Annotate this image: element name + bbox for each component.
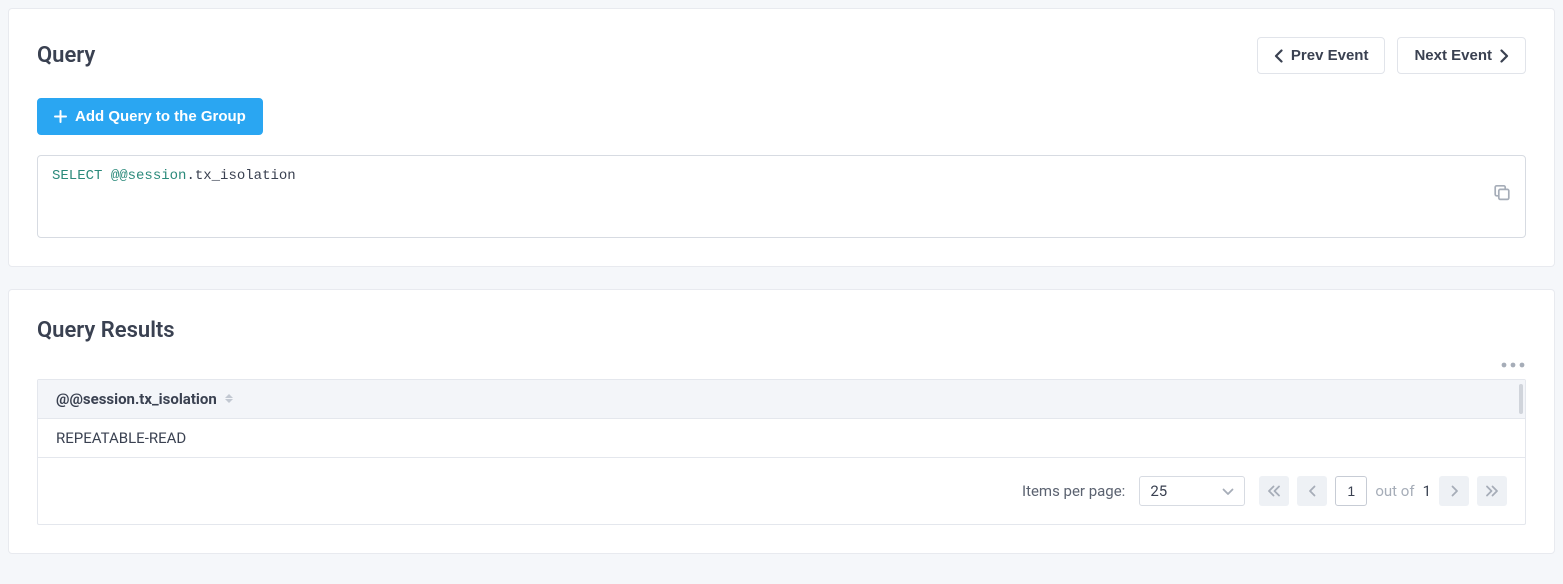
sql-rest: .tx_isolation: [186, 168, 295, 184]
prev-event-button[interactable]: Prev Event: [1257, 37, 1386, 74]
results-actions-row: [37, 357, 1526, 373]
chevron-left-icon: [1274, 49, 1283, 63]
sort-icon[interactable]: [225, 394, 233, 403]
first-page-button[interactable]: [1259, 476, 1289, 506]
prev-page-button[interactable]: [1297, 476, 1327, 506]
page-input[interactable]: [1335, 476, 1367, 506]
items-per-page-label: Items per page:: [1022, 482, 1125, 500]
column-header-label: @@session.tx_isolation: [56, 390, 217, 408]
next-event-label: Next Event: [1414, 47, 1492, 64]
add-query-row: Add Query to the Group: [37, 98, 1526, 135]
next-page-button[interactable]: [1439, 476, 1469, 506]
results-title: Query Results: [37, 318, 1526, 343]
query-panel: Query Prev Event Next Event Add Query to…: [8, 8, 1555, 267]
event-nav: Prev Event Next Event: [1257, 37, 1526, 74]
chevron-right-icon: [1500, 49, 1509, 63]
more-icon[interactable]: [1500, 357, 1526, 373]
next-event-button[interactable]: Next Event: [1397, 37, 1526, 74]
table-row: REPEATABLE-READ: [38, 419, 1525, 458]
cell-value: REPEATABLE-READ: [56, 429, 186, 447]
plus-icon: [54, 110, 67, 123]
results-column-header[interactable]: @@session.tx_isolation: [38, 380, 1525, 419]
sql-var: @@session: [111, 168, 187, 184]
sql-code-box: SELECT @@session.tx_isolation: [37, 155, 1526, 238]
outof-label: out of: [1375, 482, 1414, 500]
add-query-button[interactable]: Add Query to the Group: [37, 98, 263, 135]
copy-icon[interactable]: [1443, 164, 1511, 229]
query-panel-header: Query Prev Event Next Event: [37, 37, 1526, 74]
items-per-page-select[interactable]: 25: [1139, 476, 1245, 506]
items-per-page-value: 25: [1150, 482, 1167, 500]
chevron-down-icon: [1222, 482, 1234, 500]
sql-keyword: SELECT: [52, 168, 102, 184]
query-title: Query: [37, 43, 95, 68]
results-footer: Items per page: 25 out of 1: [38, 458, 1525, 524]
prev-event-label: Prev Event: [1291, 47, 1369, 64]
total-pages: 1: [1423, 482, 1431, 500]
results-table: @@session.tx_isolation REPEATABLE-READ I…: [37, 379, 1526, 525]
last-page-button[interactable]: [1477, 476, 1507, 506]
pager: out of 1: [1259, 476, 1507, 506]
add-query-label: Add Query to the Group: [75, 108, 246, 125]
results-panel: Query Results @@session.tx_isolation REP…: [8, 289, 1555, 554]
